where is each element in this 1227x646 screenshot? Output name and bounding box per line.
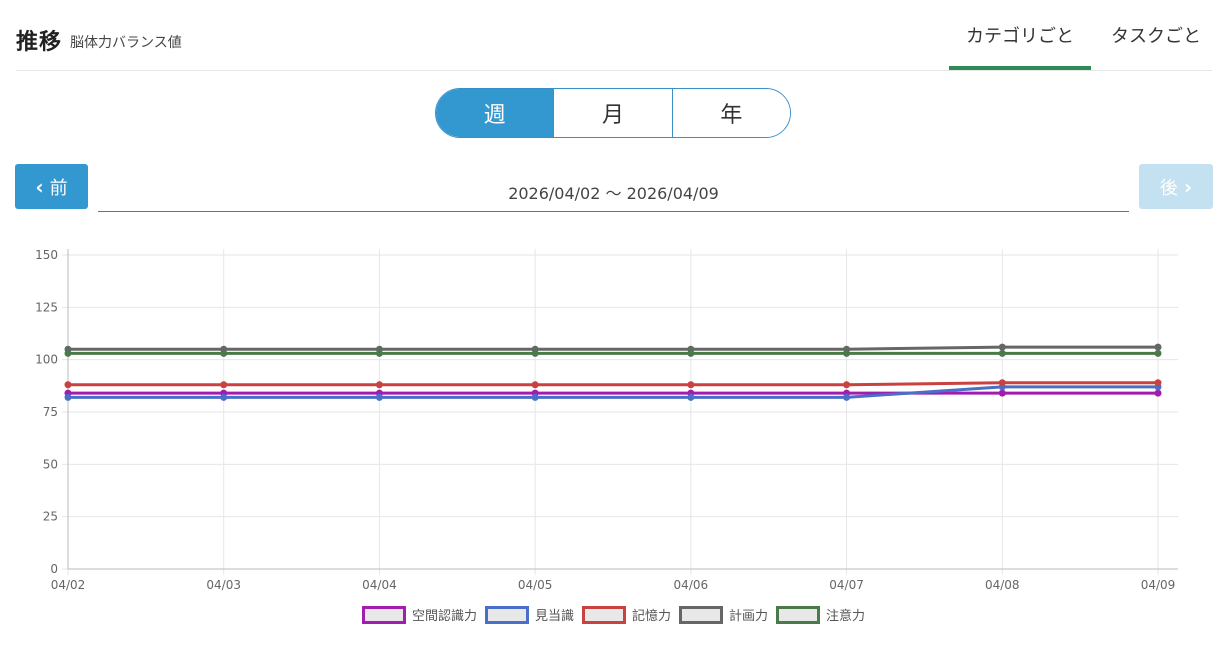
series-line bbox=[68, 345, 1158, 351]
data-point bbox=[687, 393, 695, 401]
header: 推移 脳体力バランス値 カテゴリごと タスクごと bbox=[16, 0, 1212, 71]
data-point bbox=[220, 393, 228, 401]
period-selector: 週 月 年 bbox=[435, 88, 791, 138]
prev-button-label: 前 bbox=[49, 177, 68, 199]
legend-swatch bbox=[484, 605, 529, 624]
data-point bbox=[531, 393, 539, 401]
legend-label: 見当識 bbox=[534, 609, 574, 624]
period-week-button[interactable]: 週 bbox=[436, 89, 554, 137]
x-tick-label: 04/06 bbox=[674, 578, 709, 592]
data-point bbox=[1154, 389, 1162, 397]
data-point bbox=[1154, 343, 1162, 351]
y-tick-label: 50 bbox=[43, 457, 58, 471]
x-tick-label: 04/04 bbox=[362, 578, 397, 592]
legend-item[interactable]: 計画力 bbox=[679, 605, 768, 624]
page: 推移 脳体力バランス値 カテゴリごと タスクごと 週 月 年 ‹ 前 2026/… bbox=[0, 0, 1227, 646]
chart-legend: 空間認識力 見当識 記憶力 計画力 注意力 bbox=[0, 605, 1227, 624]
y-tick-label: 150 bbox=[35, 248, 58, 262]
legend-item[interactable]: 見当識 bbox=[484, 605, 574, 624]
data-point bbox=[220, 349, 228, 357]
line-chart: 0 25 50 75 100 125 150 04/02 04/03 04/04 04/05 04/0… bbox=[35, 248, 1178, 592]
data-point bbox=[531, 381, 539, 389]
legend-label: 空間認識力 bbox=[411, 609, 477, 624]
x-tick-label: 04/02 bbox=[51, 578, 86, 592]
data-point bbox=[843, 349, 851, 357]
period-month-button[interactable]: 月 bbox=[553, 89, 672, 137]
data-point bbox=[64, 349, 72, 357]
data-point bbox=[998, 379, 1006, 387]
y-tick-label: 0 bbox=[50, 562, 58, 576]
legend-item[interactable]: 記憶力 bbox=[581, 605, 671, 624]
y-tick-label: 125 bbox=[35, 300, 58, 314]
data-point bbox=[375, 349, 383, 357]
y-tick-label: 75 bbox=[43, 405, 58, 419]
x-tick-label: 04/08 bbox=[985, 578, 1020, 592]
legend-swatch bbox=[581, 605, 626, 624]
data-point bbox=[64, 393, 72, 401]
next-button: 後 › bbox=[1139, 164, 1213, 209]
legend-label: 記憶力 bbox=[631, 609, 671, 624]
data-point bbox=[843, 381, 851, 389]
x-tick-label: 04/07 bbox=[829, 578, 864, 592]
legend-item[interactable]: 注意力 bbox=[776, 605, 865, 624]
legend-swatch bbox=[776, 605, 821, 624]
chevron-left-icon: ‹ bbox=[35, 174, 44, 199]
legend-label: 計画力 bbox=[729, 609, 769, 624]
data-point bbox=[375, 393, 383, 401]
data-point bbox=[998, 349, 1006, 357]
page-title: 推移 bbox=[16, 30, 63, 55]
page-subtitle: 脳体力バランス値 bbox=[70, 35, 182, 51]
data-point bbox=[687, 349, 695, 357]
prev-button[interactable]: ‹ 前 bbox=[15, 164, 88, 209]
chevron-right-icon: › bbox=[1183, 174, 1193, 199]
data-point bbox=[220, 381, 228, 389]
data-point bbox=[1154, 379, 1162, 387]
tab-category[interactable]: カテゴリごと bbox=[949, 22, 1091, 70]
data-point bbox=[687, 381, 695, 389]
legend-item[interactable]: 空間認識力 bbox=[361, 605, 477, 624]
data-point bbox=[375, 381, 383, 389]
x-tick-label: 04/05 bbox=[518, 578, 553, 592]
data-point bbox=[998, 389, 1006, 397]
next-button-label: 後 bbox=[1159, 177, 1178, 199]
series-line bbox=[68, 381, 1158, 387]
data-point bbox=[998, 343, 1006, 351]
tab-task[interactable]: タスクごと bbox=[1101, 22, 1211, 66]
legend-swatch bbox=[361, 605, 406, 624]
date-range: 2026/04/02 〜 2026/04/09 bbox=[98, 176, 1129, 212]
data-point bbox=[843, 393, 851, 401]
y-tick-label: 100 bbox=[35, 353, 58, 367]
data-point bbox=[1154, 349, 1162, 357]
legend-swatch bbox=[679, 605, 723, 624]
period-year-button[interactable]: 年 bbox=[671, 89, 790, 137]
data-point bbox=[531, 349, 539, 357]
legend-label: 注意力 bbox=[826, 609, 866, 624]
x-tick-label: 04/03 bbox=[206, 578, 241, 592]
y-tick-label: 25 bbox=[43, 510, 58, 524]
x-tick-label: 04/09 bbox=[1141, 578, 1176, 592]
data-point bbox=[64, 381, 72, 389]
